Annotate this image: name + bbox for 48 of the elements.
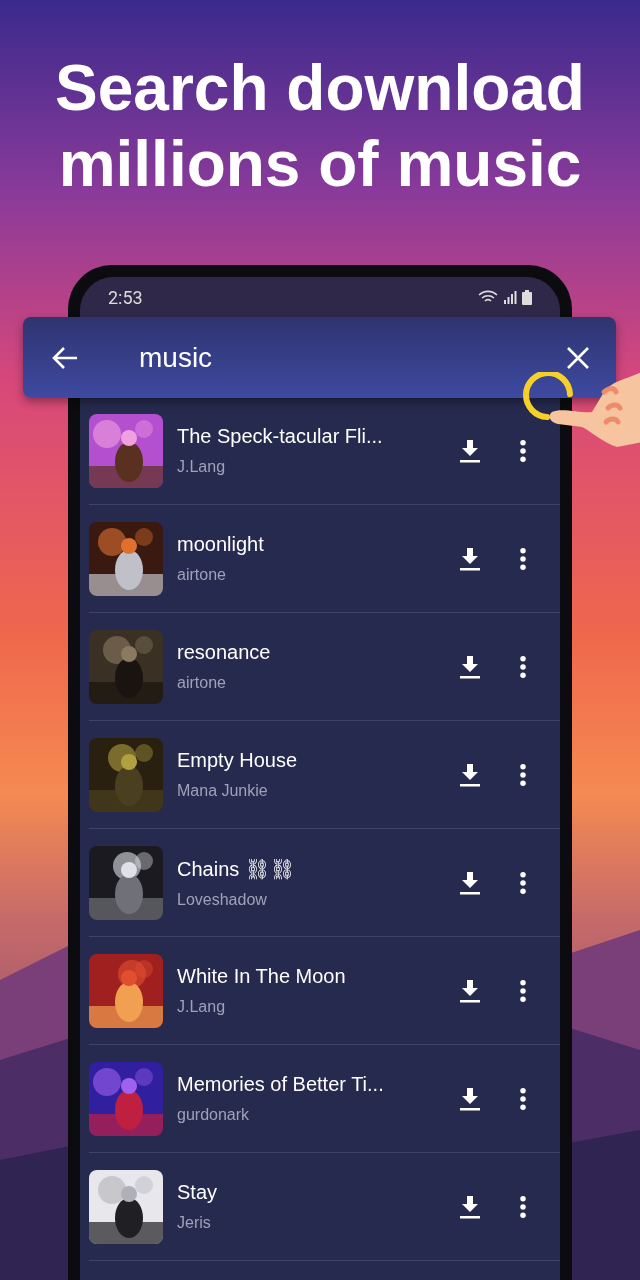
song-title: Empty House	[177, 749, 299, 772]
download-icon[interactable]	[460, 546, 480, 571]
song-title: Memories of Better Ti...	[177, 1073, 385, 1096]
song-row[interactable]: Chains ⛓⛓ Loveshadow	[89, 829, 560, 937]
song-row[interactable]: resonance airtone	[89, 613, 560, 721]
more-options-icon[interactable]	[520, 655, 526, 678]
more-options-icon[interactable]	[520, 763, 526, 786]
search-field[interactable]: music	[23, 317, 616, 398]
song-title: White In The Moon	[177, 965, 347, 988]
song-title: Stay	[177, 1181, 219, 1204]
song-artist: airtone	[177, 566, 227, 584]
song-artist: gurdonark	[177, 1106, 251, 1124]
headline: Search download millions of music	[54, 51, 586, 202]
more-options-icon[interactable]	[520, 871, 526, 894]
more-options-icon[interactable]	[520, 1087, 526, 1110]
song-artist: Jeris	[177, 1214, 212, 1232]
song-artist: airtone	[177, 674, 227, 692]
more-options-icon[interactable]	[520, 439, 526, 462]
song-artist: J.Lang	[177, 458, 227, 476]
download-icon[interactable]	[460, 654, 480, 679]
song-artist: Loveshadow	[177, 890, 268, 909]
song-row[interactable]: Empty House Mana Junkie	[89, 721, 560, 829]
song-title: The Speck-tacular Fli...	[177, 425, 384, 448]
more-options-icon[interactable]	[520, 547, 526, 570]
search-query: music	[139, 341, 213, 374]
signal-icon	[503, 290, 517, 304]
more-options-icon[interactable]	[520, 979, 526, 1002]
back-arrow-icon[interactable]	[51, 345, 79, 370]
song-row[interactable]: moonlight airtone	[89, 505, 560, 613]
song-row[interactable]: Stay Jeris	[89, 1153, 560, 1261]
more-options-icon[interactable]	[520, 1195, 526, 1218]
wifi-icon	[478, 290, 498, 304]
song-artist: Mana Junkie	[177, 782, 269, 800]
download-icon[interactable]	[460, 1194, 480, 1219]
song-row[interactable]: Memories of Better Ti... gurdonark	[89, 1045, 560, 1153]
status-time: 2:53	[108, 286, 143, 308]
close-icon[interactable]	[566, 345, 590, 370]
song-artist: J.Lang	[177, 998, 227, 1016]
download-icon[interactable]	[460, 762, 480, 787]
download-icon[interactable]	[460, 1086, 480, 1111]
song-title: Chains ⛓⛓	[177, 856, 296, 881]
song-row[interactable]: White In The Moon J.Lang	[89, 937, 560, 1045]
download-icon[interactable]	[460, 978, 480, 1003]
battery-icon	[522, 289, 532, 305]
song-title: resonance	[177, 641, 272, 664]
download-icon[interactable]	[460, 438, 480, 463]
download-icon[interactable]	[460, 870, 480, 895]
song-title: moonlight	[177, 533, 265, 556]
